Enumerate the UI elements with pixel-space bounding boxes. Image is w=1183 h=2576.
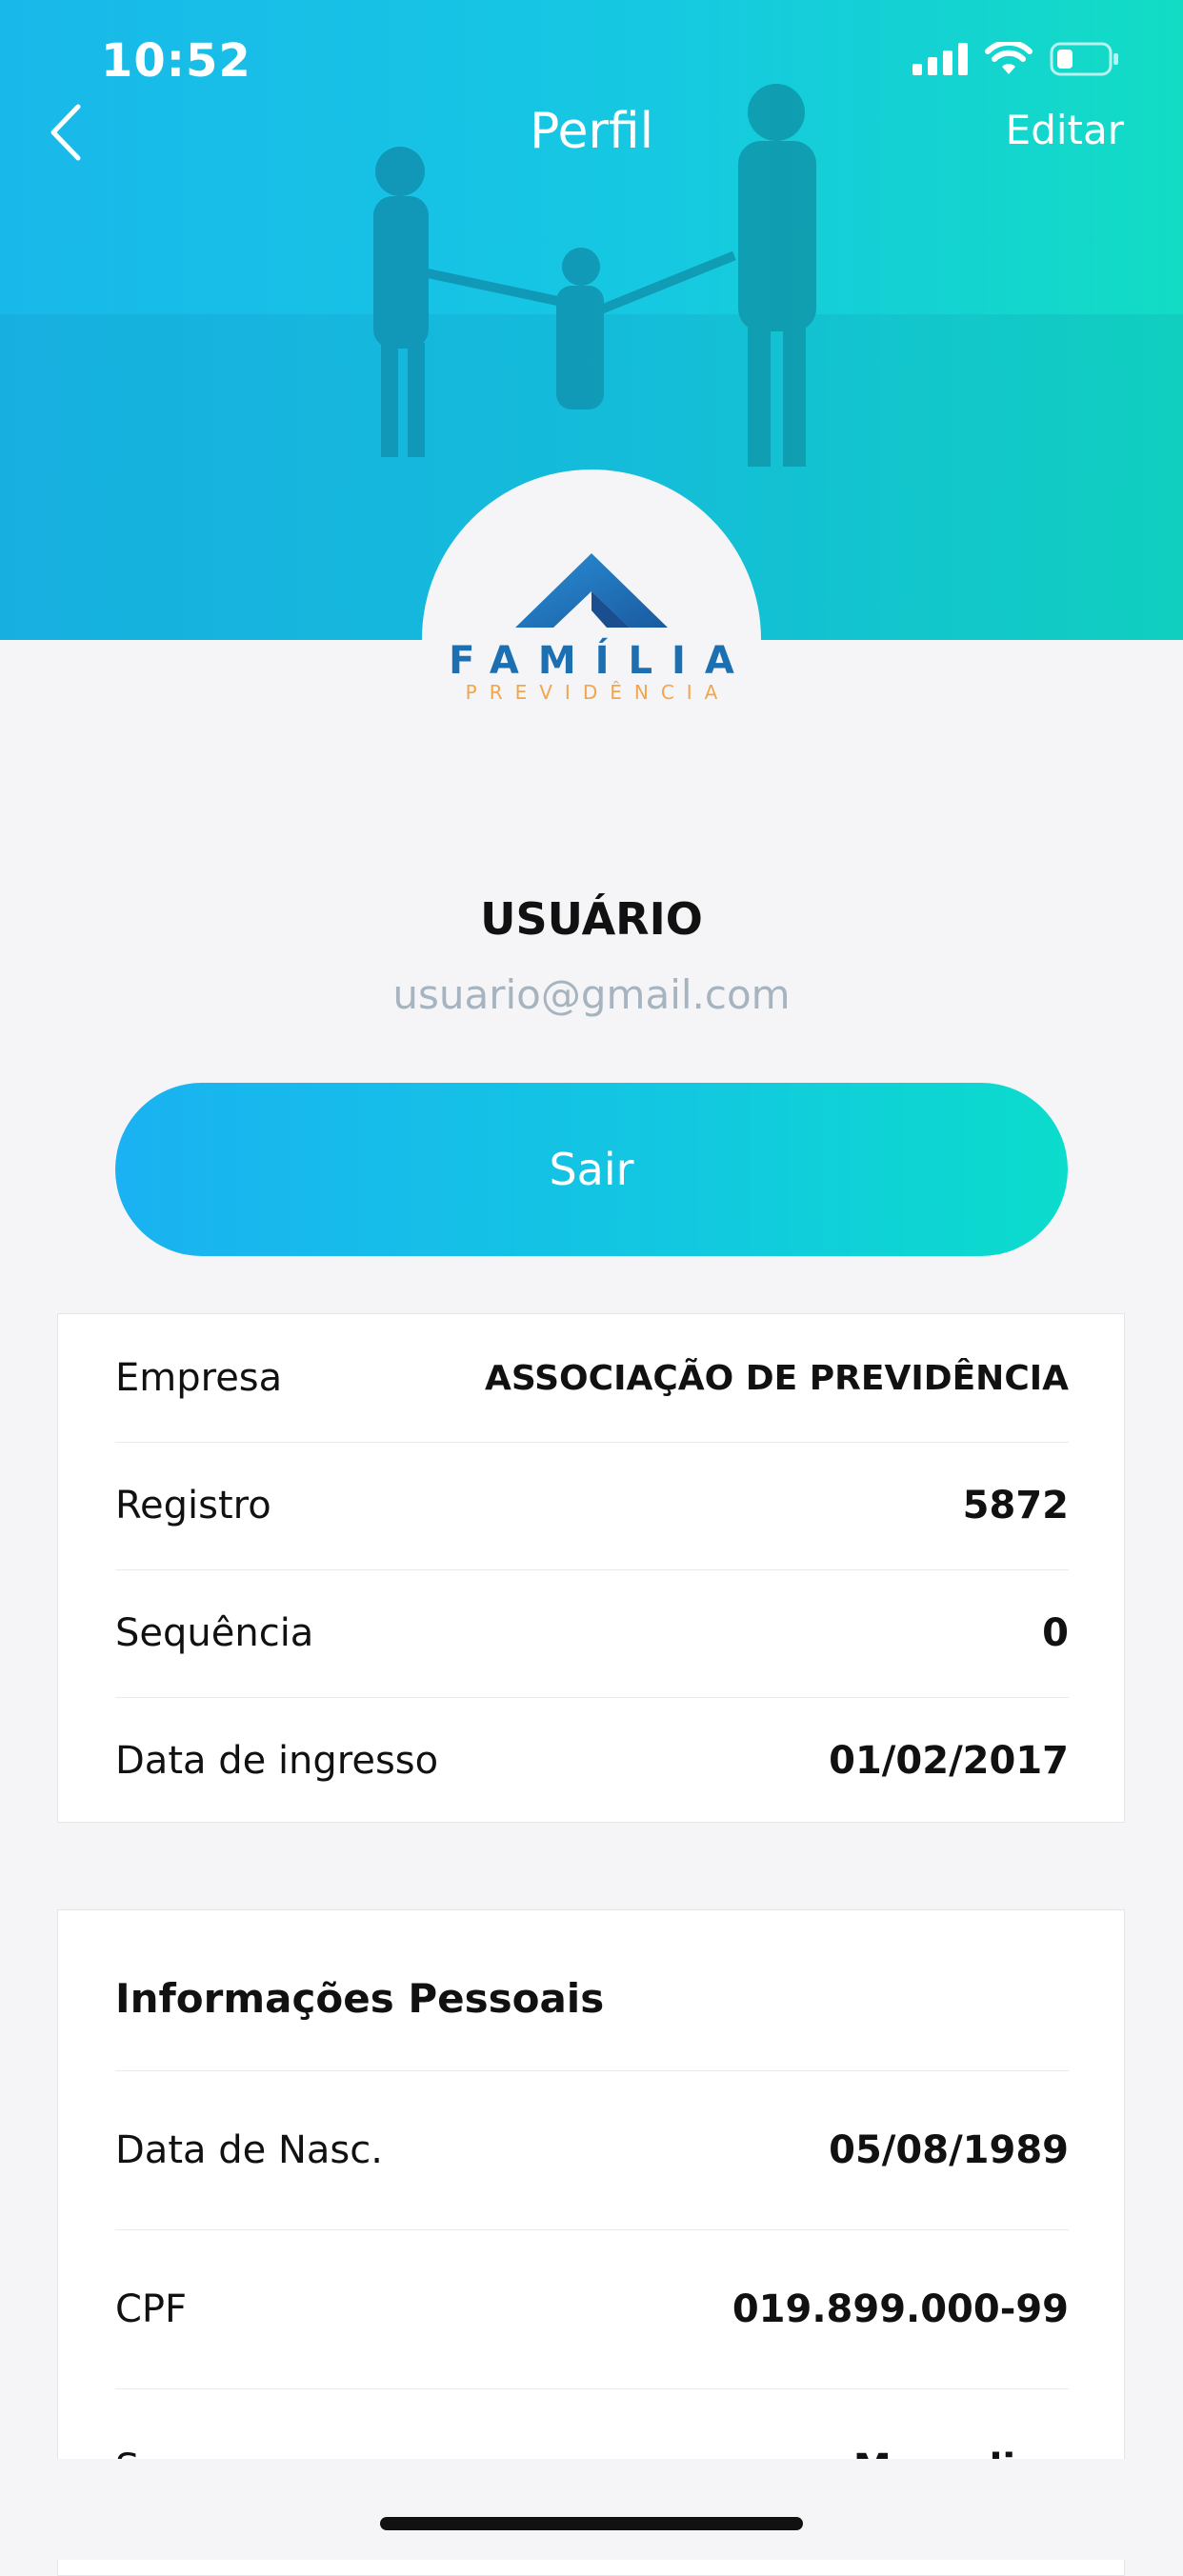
edit-button[interactable]: Editar [1006, 107, 1124, 153]
row-value: 01/02/2017 [829, 1739, 1069, 1783]
row-value: ASSOCIAÇÃO DE PREVIDÊNCIA [484, 1358, 1069, 1398]
info-row-sequencia: Sequência 0 [115, 1569, 1069, 1698]
status-time: 10:52 [101, 34, 251, 88]
row-label: Sequência [115, 1611, 314, 1655]
section-title: Informações Pessoais [115, 1974, 605, 2022]
wifi-icon [985, 42, 1033, 74]
personal-info-header: Informações Pessoais [115, 1926, 1069, 2071]
info-row-empresa: Empresa ASSOCIAÇÃO DE PREVIDÊNCIA [115, 1314, 1069, 1443]
row-label: Data de ingresso [115, 1739, 439, 1783]
info-row-registro: Registro 5872 [115, 1442, 1069, 1570]
info-row-cpf: CPF 019.899.000-99 [115, 2229, 1069, 2389]
logo-wordmark: FAMÍLIA [449, 639, 753, 683]
row-label: Data de Nasc. [115, 2127, 383, 2172]
logout-button[interactable]: Sair [115, 1083, 1068, 1256]
info-row-data-ingresso: Data de ingresso 01/02/2017 [115, 1697, 1069, 1825]
row-label: Empresa [115, 1356, 283, 1400]
row-value: 0 [1042, 1611, 1069, 1655]
user-name: USUÁRIO [480, 893, 703, 945]
navigation-bar: Perfil Editar [0, 91, 1183, 177]
mountain-logo-icon [515, 553, 668, 628]
row-value: 5872 [962, 1484, 1069, 1528]
battery-icon [1050, 42, 1118, 76]
bottom-safe-area [0, 2459, 1183, 2560]
account-info-card: Empresa ASSOCIAÇÃO DE PREVIDÊNCIA Regist… [57, 1313, 1125, 1823]
cellular-signal-icon [912, 43, 968, 75]
info-row-data-nasc: Data de Nasc. 05/08/1989 [115, 2070, 1069, 2230]
user-email: usuario@gmail.com [392, 971, 791, 1018]
logo-tagline: PREVIDÊNCIA [465, 681, 731, 704]
avatar-logo: FAMÍLIA PREVIDÊNCIA [422, 469, 761, 809]
home-indicator[interactable] [380, 2517, 803, 2530]
row-label: CPF [115, 2286, 188, 2331]
row-value: 05/08/1989 [829, 2127, 1069, 2172]
row-label: Registro [115, 1484, 271, 1528]
row-value: 019.899.000-99 [732, 2286, 1069, 2331]
